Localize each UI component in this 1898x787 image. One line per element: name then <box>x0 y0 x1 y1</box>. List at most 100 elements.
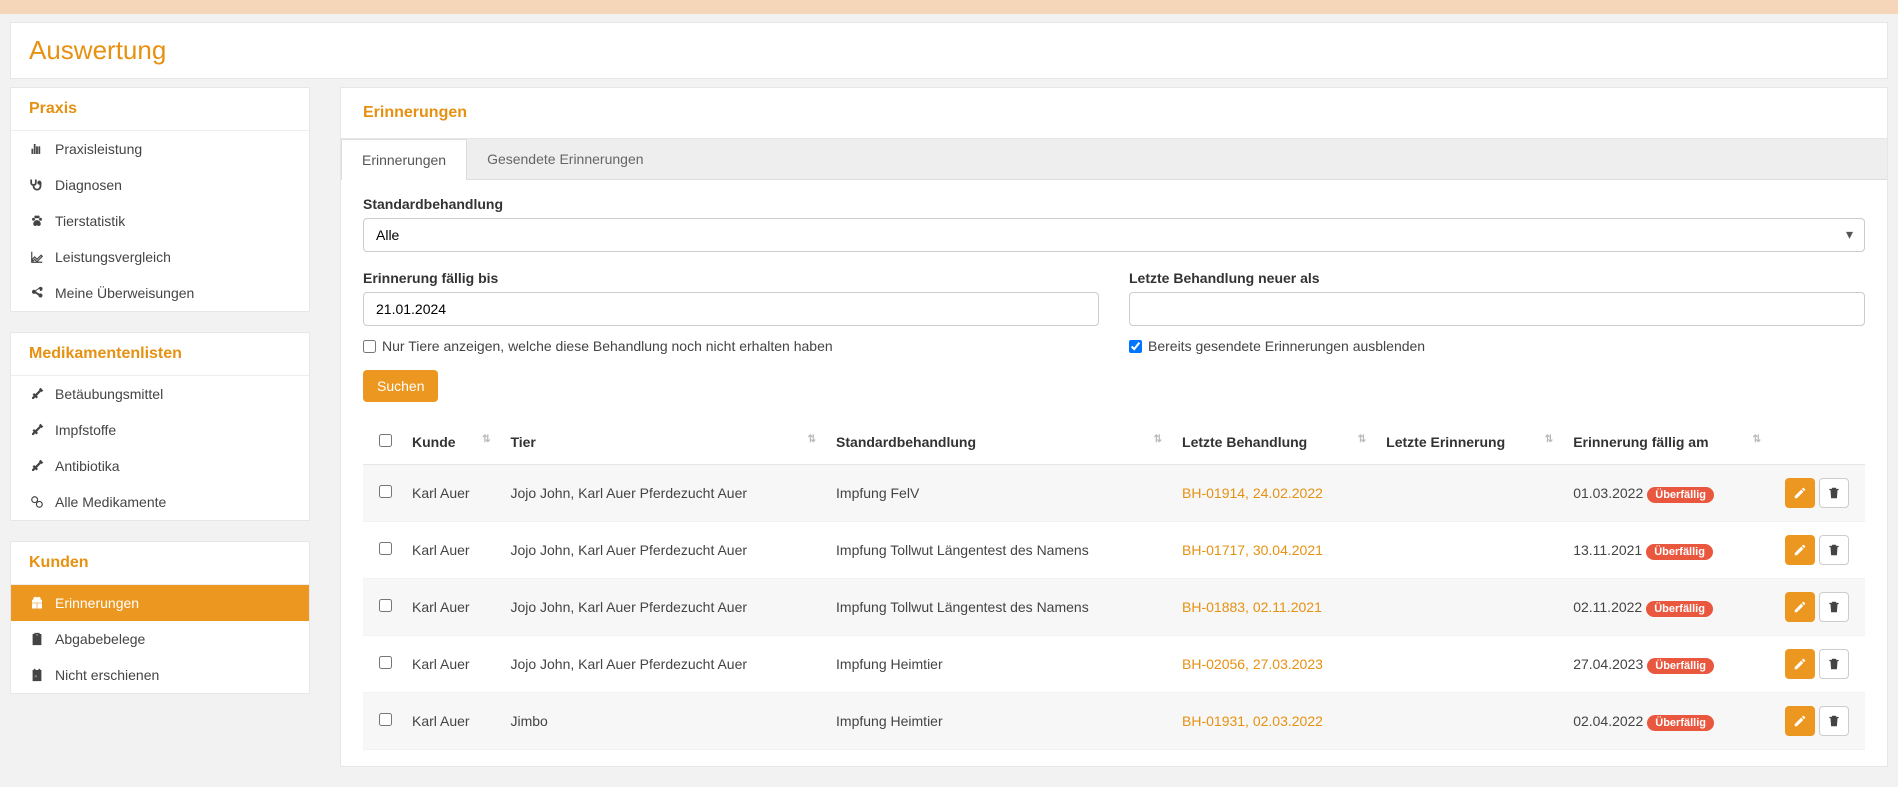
link-letzte-behandlung[interactable]: BH-01931, 02.03.2022 <box>1182 713 1323 729</box>
checkbox-ausblenden[interactable] <box>1129 340 1142 353</box>
overdue-badge: Überfällig <box>1647 658 1714 674</box>
sort-icon[interactable]: ⇅ <box>1358 434 1366 445</box>
sidebar-heading-medikamente: Medikamentenlisten <box>11 333 309 376</box>
label-faellig-bis: Erinnerung fällig bis <box>363 270 1099 286</box>
cell-kunde: Karl Auer <box>402 465 500 522</box>
sidebar-panel-praxis: Praxis Praxisleistung Diagnosen Tierstatis… <box>10 87 310 312</box>
sidebar-item-medikamente-2[interactable]: Antibiotika <box>11 448 309 484</box>
cell-tier: Jimbo <box>500 693 826 750</box>
select-standardbehandlung[interactable]: Alle <box>363 218 1865 252</box>
sidebar-item-kunden-2[interactable]: Nicht erschienen <box>11 657 309 693</box>
sort-icon[interactable]: ⇅ <box>1753 434 1761 445</box>
link-letzte-behandlung[interactable]: BH-01883, 02.11.2021 <box>1182 599 1322 615</box>
page-title: Auswertung <box>29 35 1869 66</box>
delete-button[interactable] <box>1819 592 1849 622</box>
edit-button[interactable] <box>1785 535 1815 565</box>
table-row: Karl AuerJojo John, Karl Auer Pferdezuch… <box>363 522 1865 579</box>
top-bar <box>0 0 1898 14</box>
sidebar-item-label: Alle Medikamente <box>55 494 166 510</box>
column-header-0[interactable] <box>363 420 402 465</box>
sort-icon[interactable]: ⇅ <box>808 434 816 445</box>
table-row: Karl AuerJojo John, Karl Auer Pferdezuch… <box>363 636 1865 693</box>
sidebar-item-praxis-4[interactable]: Meine Überweisungen <box>11 275 309 311</box>
tab-0[interactable]: Erinnerungen <box>341 139 467 180</box>
edit-button[interactable] <box>1785 478 1815 508</box>
main-content: Erinnerungen ErinnerungenGesendete Erinn… <box>340 87 1888 767</box>
sidebar-item-medikamente-0[interactable]: Betäubungsmittel <box>11 376 309 412</box>
sidebar-heading-praxis: Praxis <box>11 88 309 131</box>
link-letzte-behandlung[interactable]: BH-01717, 30.04.2021 <box>1182 542 1323 558</box>
cell-behandlung: Impfung Tollwut Längentest des Namens <box>826 522 1172 579</box>
checkbox-ausblenden-label: Bereits gesendete Erinnerungen ausblende… <box>1148 338 1425 354</box>
syringe-icon <box>29 387 45 401</box>
cell-tier: Jojo John, Karl Auer Pferdezucht Auer <box>500 465 826 522</box>
sort-icon[interactable]: ⇅ <box>1545 434 1553 445</box>
sidebar-item-praxis-2[interactable]: Tierstatistik <box>11 203 309 239</box>
row-checkbox[interactable] <box>379 656 392 669</box>
edit-button[interactable] <box>1785 649 1815 679</box>
sidebar-item-praxis-0[interactable]: Praxisleistung <box>11 131 309 167</box>
checkbox-nur-tiere[interactable] <box>363 340 376 353</box>
sidebar: Praxis Praxisleistung Diagnosen Tierstatis… <box>10 87 310 767</box>
row-checkbox[interactable] <box>379 599 392 612</box>
delete-button[interactable] <box>1819 706 1849 736</box>
sidebar-item-praxis-3[interactable]: Leistungsvergleich <box>11 239 309 275</box>
gift-icon <box>29 596 45 610</box>
tab-1[interactable]: Gesendete Erinnerungen <box>467 139 663 179</box>
overdue-badge: Überfällig <box>1647 715 1714 731</box>
syringe-icon <box>29 423 45 437</box>
sidebar-item-label: Diagnosen <box>55 177 122 193</box>
delete-button[interactable] <box>1819 535 1849 565</box>
sort-icon[interactable]: ⇅ <box>1154 434 1162 445</box>
sidebar-item-label: Nicht erschienen <box>55 667 159 683</box>
sidebar-panel-medikamente: Medikamentenlisten BetäubungsmittelImpfs… <box>10 332 310 521</box>
sidebar-item-kunden-1[interactable]: Abgabebelege <box>11 621 309 657</box>
link-letzte-behandlung[interactable]: BH-02056, 27.03.2023 <box>1182 656 1323 672</box>
edit-button[interactable] <box>1785 592 1815 622</box>
sidebar-item-label: Antibiotika <box>55 458 120 474</box>
cell-behandlung: Impfung Tollwut Längentest des Namens <box>826 579 1172 636</box>
row-checkbox[interactable] <box>379 713 392 726</box>
cell-faellig: 02.04.2022Überfällig <box>1563 693 1771 750</box>
delete-button[interactable] <box>1819 478 1849 508</box>
delete-button[interactable] <box>1819 649 1849 679</box>
label-letzte-behandlung: Letzte Behandlung neuer als <box>1129 270 1865 286</box>
overdue-badge: Überfällig <box>1646 601 1713 617</box>
sidebar-item-kunden-0[interactable]: Erinnerungen <box>11 585 309 621</box>
sidebar-item-praxis-1[interactable]: Diagnosen <box>11 167 309 203</box>
input-letzte-behandlung[interactable] <box>1129 292 1865 326</box>
column-header-1[interactable]: Kunde⇅ <box>402 420 500 465</box>
column-header-3[interactable]: Standardbehandlung⇅ <box>826 420 1172 465</box>
edit-button[interactable] <box>1785 706 1815 736</box>
cell-behandlung: Impfung Heimtier <box>826 636 1172 693</box>
sidebar-item-label: Abgabebelege <box>55 631 145 647</box>
input-faellig-bis[interactable] <box>363 292 1099 326</box>
cell-letzte-erinnerung <box>1376 636 1563 693</box>
column-header-2[interactable]: Tier⇅ <box>500 420 826 465</box>
column-header-6[interactable]: Erinnerung fällig am⇅ <box>1563 420 1771 465</box>
select-all-checkbox[interactable] <box>379 434 392 447</box>
row-checkbox[interactable] <box>379 542 392 555</box>
cell-faellig: 27.04.2023Überfällig <box>1563 636 1771 693</box>
cell-tier: Jojo John, Karl Auer Pferdezucht Auer <box>500 522 826 579</box>
table-row: Karl AuerJojo John, Karl Auer Pferdezuch… <box>363 579 1865 636</box>
sort-icon[interactable]: ⇅ <box>482 434 490 445</box>
column-header-4[interactable]: Letzte Behandlung⇅ <box>1172 420 1376 465</box>
paw-icon <box>29 214 45 228</box>
cell-faellig: 13.11.2021Überfällig <box>1563 522 1771 579</box>
search-button[interactable]: Suchen <box>363 370 438 402</box>
sidebar-item-medikamente-3[interactable]: Alle Medikamente <box>11 484 309 520</box>
share-icon <box>29 286 45 300</box>
link-letzte-behandlung[interactable]: BH-01914, 24.02.2022 <box>1182 485 1323 501</box>
cell-kunde: Karl Auer <box>402 522 500 579</box>
cell-kunde: Karl Auer <box>402 636 500 693</box>
cell-kunde: Karl Auer <box>402 579 500 636</box>
clipboard-icon <box>29 632 45 646</box>
cell-kunde: Karl Auer <box>402 693 500 750</box>
label-standardbehandlung: Standardbehandlung <box>363 196 1865 212</box>
column-header-5[interactable]: Letzte Erinnerung⇅ <box>1376 420 1563 465</box>
table-row: Karl AuerJimboImpfung HeimtierBH-01931, … <box>363 693 1865 750</box>
line-chart-icon <box>29 250 45 264</box>
row-checkbox[interactable] <box>379 485 392 498</box>
sidebar-item-medikamente-1[interactable]: Impfstoffe <box>11 412 309 448</box>
